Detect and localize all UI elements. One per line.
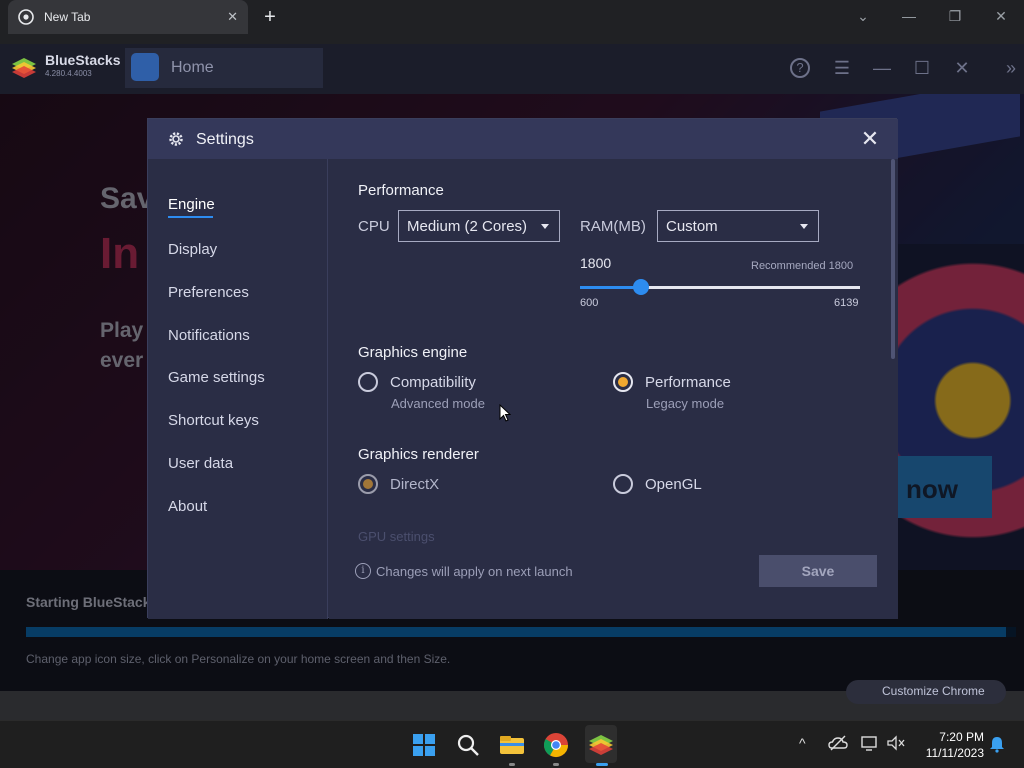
ram-recommended: Recommended 1800: [751, 260, 854, 272]
gpu-settings-faded: GPU settings: [358, 529, 435, 544]
bluestacks-running-dot: [596, 763, 608, 766]
ram-slider-max: 6139: [834, 297, 859, 309]
ram-amount: 1800: [580, 255, 612, 271]
menu-icon[interactable]: ☰: [829, 55, 855, 81]
tray-overflow-chevron-icon[interactable]: ^: [799, 735, 806, 751]
bs-maximize-icon[interactable]: ☐: [909, 55, 935, 81]
ram-slider-thumb[interactable]: [632, 279, 649, 295]
search-icon[interactable]: [452, 729, 484, 761]
windows-start-icon[interactable]: [408, 729, 440, 761]
chrome-icon[interactable]: [540, 729, 572, 761]
ram-slider-fill: [580, 286, 641, 289]
sidebar-item-shortcut-keys[interactable]: Shortcut keys: [168, 412, 259, 429]
settings-title: Settings: [196, 131, 254, 148]
tab-search-chevron-icon[interactable]: ⌄: [840, 5, 886, 27]
help-icon[interactable]: ?: [790, 58, 810, 78]
home-tab-icon: [131, 53, 159, 81]
radio-directx[interactable]: [358, 474, 378, 494]
settings-close-icon[interactable]: ✕: [858, 127, 882, 151]
new-tab-button[interactable]: +: [258, 6, 282, 28]
sidebar-item-display[interactable]: Display: [168, 241, 217, 258]
bluestacks-name: BlueStacks: [45, 52, 121, 68]
chrome-tab-new-tab[interactable]: New Tab ✕: [8, 0, 248, 34]
chrome-favicon-icon: [18, 9, 34, 25]
chrome-titlebar: New Tab ✕ + ⌄ — ❐ ✕: [0, 0, 1024, 36]
bluestacks-topbar: BlueStacks 4.280.4.4003 Home ? ☰ — ☐ ✕ »: [0, 44, 1024, 94]
network-icon[interactable]: [860, 735, 880, 751]
customize-chrome-button[interactable]: Customize Chrome: [846, 680, 1006, 704]
chevron-down-icon: [800, 224, 808, 229]
cpu-label: CPU: [358, 218, 390, 235]
window-close-button[interactable]: ✕: [978, 5, 1024, 27]
ram-select-value: Custom: [666, 218, 718, 235]
radio-compatibility[interactable]: [358, 372, 378, 392]
sidebar-item-game-settings[interactable]: Game settings: [168, 369, 265, 386]
bluestacks-taskbar-icon[interactable]: [585, 729, 617, 761]
bluestacks-logo-icon: [12, 58, 36, 78]
footer-note: Changes will apply on next launch: [376, 564, 573, 579]
sidebar-item-notifications[interactable]: Notifications: [168, 327, 250, 344]
system-clock[interactable]: 7:20 PM 11/11/2023: [912, 729, 984, 761]
radio-opengl[interactable]: [613, 474, 633, 494]
bluestacks-version: 4.280.4.4003: [45, 69, 92, 78]
performance-label[interactable]: Performance: [645, 374, 731, 391]
bs-minimize-icon[interactable]: —: [869, 55, 895, 81]
settings-content: Performance CPU Medium (2 Cores) RAM(MB)…: [329, 159, 898, 619]
volume-muted-icon[interactable]: [886, 735, 906, 751]
cpu-select-value: Medium (2 Cores): [407, 218, 528, 235]
opengl-label[interactable]: OpenGL: [645, 476, 702, 493]
file-explorer-icon[interactable]: [496, 729, 528, 761]
clock-time: 7:20 PM: [939, 730, 984, 744]
content-scrollbar[interactable]: [891, 159, 895, 359]
gear-icon: [169, 132, 183, 146]
ram-slider-min: 600: [580, 297, 599, 309]
chrome-running-dot: [553, 763, 559, 766]
window-minimize-button[interactable]: —: [886, 5, 932, 27]
performance-title: Performance: [358, 182, 444, 199]
notification-bell-icon[interactable]: [988, 735, 1006, 753]
settings-sidebar: Engine Display Preferences Notifications…: [148, 159, 328, 619]
tab-close-icon[interactable]: ✕: [227, 9, 238, 25]
cpu-select[interactable]: Medium (2 Cores): [398, 210, 560, 242]
ram-slider[interactable]: [580, 279, 860, 295]
clock-date: 11/11/2023: [925, 746, 984, 760]
compatibility-sub: Advanced mode: [391, 396, 485, 411]
expand-sidebar-icon[interactable]: »: [998, 55, 1024, 81]
tab-title: New Tab: [44, 10, 91, 24]
graphics-renderer-title: Graphics renderer: [358, 446, 479, 463]
chevron-down-icon: [541, 224, 549, 229]
mouse-cursor-icon: [499, 404, 511, 422]
bs-close-icon[interactable]: ✕: [949, 55, 975, 81]
graphics-engine-title: Graphics engine: [358, 344, 468, 361]
settings-header: Settings ✕: [148, 119, 898, 159]
radio-performance[interactable]: [613, 372, 633, 392]
onedrive-icon[interactable]: [828, 735, 848, 751]
window-restore-button[interactable]: ❐: [932, 5, 978, 27]
performance-sub: Legacy mode: [646, 396, 725, 411]
windows-taskbar: ^ 7:20 PM 11/11/2023: [0, 720, 1024, 768]
sidebar-item-engine[interactable]: Engine: [168, 196, 215, 213]
sidebar-item-preferences[interactable]: Preferences: [168, 284, 249, 301]
sidebar-item-user-data[interactable]: User data: [168, 455, 233, 472]
save-button[interactable]: Save: [759, 555, 877, 587]
explorer-running-dot: [509, 763, 515, 766]
ram-label: RAM(MB): [580, 218, 646, 235]
directx-label[interactable]: DirectX: [390, 476, 439, 493]
info-icon: i: [355, 563, 371, 579]
home-tab-label: Home: [171, 59, 214, 76]
compatibility-label[interactable]: Compatibility: [390, 374, 476, 391]
sidebar-item-about[interactable]: About: [168, 498, 207, 515]
ram-select[interactable]: Custom: [657, 210, 819, 242]
settings-dialog: Settings ✕ Engine Display Preferences No…: [147, 118, 898, 619]
sidebar-active-underline: [168, 216, 213, 218]
